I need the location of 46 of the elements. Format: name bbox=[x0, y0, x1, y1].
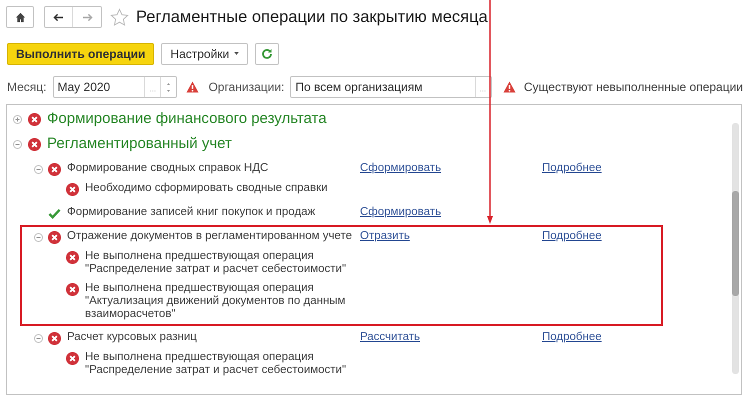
refresh-icon bbox=[261, 48, 274, 60]
forward-arrow-icon bbox=[82, 12, 92, 22]
run-operations-button[interactable]: Выполнить операции bbox=[7, 42, 154, 64]
error-icon bbox=[66, 251, 79, 264]
star-icon[interactable] bbox=[110, 8, 129, 26]
collapse-icon[interactable] bbox=[34, 164, 43, 174]
home-icon bbox=[14, 12, 26, 22]
month-field[interactable]: May 2020 bbox=[52, 76, 178, 98]
warning-message: Существуют невыполненные операции bbox=[524, 79, 743, 96]
action-link[interactable]: Сформировать bbox=[360, 162, 442, 174]
scrollbar-thumb[interactable] bbox=[732, 191, 739, 296]
action-link[interactable]: Сформировать bbox=[360, 206, 442, 218]
action-link[interactable]: Рассчитать bbox=[360, 331, 420, 344]
scrollbar-track[interactable] bbox=[732, 123, 739, 374]
expand-icon[interactable] bbox=[13, 115, 22, 124]
operation-label: Формирование записей книг покупок и продаж bbox=[67, 205, 316, 220]
group-title[interactable]: Регламентированный учет bbox=[47, 133, 232, 156]
message-text: Не выполнена предшествующая операция "Актуализация движений документов по данным взаиморасчетов" bbox=[85, 282, 346, 321]
collapse-icon[interactable] bbox=[34, 232, 43, 242]
message-text: Необходимо сформировать сводные справки bbox=[85, 182, 328, 195]
operation-label: Расчет курсовых разниц bbox=[67, 330, 197, 346]
message-text: Не выполнена предшествующая операция "Распределение затрат и расчет себестоимости" bbox=[85, 351, 346, 377]
error-icon bbox=[66, 283, 79, 296]
group-title[interactable]: Формирование финансового результата bbox=[47, 108, 327, 131]
details-link[interactable]: Подробнее bbox=[542, 230, 602, 242]
refresh-button[interactable] bbox=[255, 42, 280, 64]
action-link[interactable]: Отразить bbox=[360, 230, 410, 242]
details-link[interactable]: Подробнее bbox=[542, 162, 602, 174]
window-title: Регламентные операции по закрытию месяца bbox=[136, 6, 488, 28]
month-label: Месяц: bbox=[7, 79, 47, 96]
error-icon bbox=[66, 183, 79, 196]
details-link[interactable]: Подробнее bbox=[542, 331, 602, 344]
collapse-icon[interactable] bbox=[13, 140, 22, 149]
organizations-label: Организации: bbox=[208, 79, 284, 96]
operation-label: Формирование сводных справок НДС bbox=[67, 161, 268, 176]
back-arrow-icon bbox=[53, 12, 64, 22]
home-button[interactable] bbox=[6, 6, 34, 28]
warning-icon bbox=[186, 81, 200, 93]
organizations-field[interactable]: По всем организациям bbox=[290, 76, 492, 98]
operation-label: Отражение документов в регламентированном учете bbox=[67, 229, 352, 244]
error-icon bbox=[66, 352, 79, 365]
caret-icon bbox=[234, 52, 240, 55]
message-text: Не выполнена предшествующая операция "Распределение затрат и расчет себестоимости" bbox=[85, 250, 346, 276]
collapse-icon[interactable] bbox=[34, 334, 43, 342]
warning-icon bbox=[502, 81, 516, 93]
settings-button[interactable]: Настройки bbox=[161, 42, 248, 64]
